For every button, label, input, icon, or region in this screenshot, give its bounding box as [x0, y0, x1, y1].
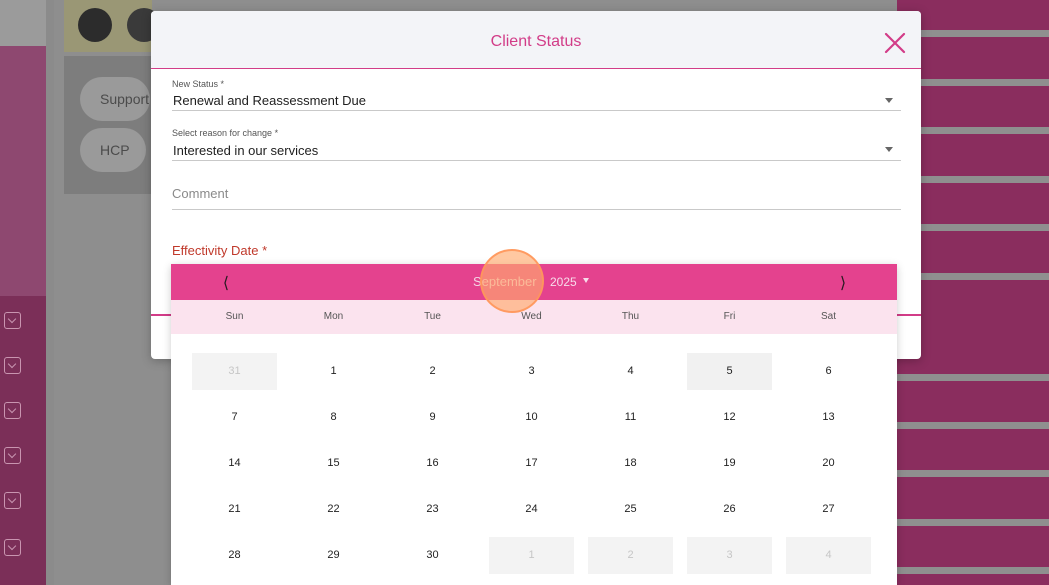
day-cell[interactable]: 8: [291, 399, 376, 436]
chat-icon[interactable]: [78, 8, 112, 42]
day-cell[interactable]: 27: [786, 491, 871, 528]
reason-value: Interested in our services: [173, 143, 319, 158]
checkbox-icon[interactable]: [4, 447, 21, 464]
calendar-row-divider: [897, 470, 1049, 477]
day-cell-today[interactable]: 5: [687, 353, 772, 390]
left-checklist-panel: [0, 296, 46, 585]
field-underline: [172, 110, 901, 111]
weekday-label: Sat: [820, 311, 836, 322]
day-cell[interactable]: 28: [192, 537, 277, 574]
weekday-label: Mon: [323, 311, 344, 322]
day-cell[interactable]: 15: [291, 445, 376, 482]
hcp-pill[interactable]: HCP: [80, 128, 146, 172]
checkbox-icon[interactable]: [4, 539, 21, 556]
field-underline: [172, 209, 901, 210]
day-cell[interactable]: 17: [489, 445, 574, 482]
day-cell[interactable]: 23: [390, 491, 475, 528]
support-pill[interactable]: Support: [80, 77, 150, 121]
dialog-header: Client Status: [151, 11, 921, 69]
day-cell[interactable]: 14: [192, 445, 277, 482]
day-cell[interactable]: 13: [786, 399, 871, 436]
day-cell[interactable]: 18: [588, 445, 673, 482]
new-status-value: Renewal and Reassessment Due: [173, 93, 366, 108]
day-cell[interactable]: 7: [192, 399, 277, 436]
day-cell[interactable]: 26: [687, 491, 772, 528]
calendar-row-divider: [897, 519, 1049, 526]
new-status-label: New Status *: [172, 79, 225, 89]
day-cell[interactable]: 16: [390, 445, 475, 482]
effectivity-date-label: Effectivity Date *: [172, 243, 268, 258]
checkbox-icon[interactable]: [4, 492, 21, 509]
day-cell[interactable]: 25: [588, 491, 673, 528]
day-cell[interactable]: 24: [489, 491, 574, 528]
caret-down-icon[interactable]: [583, 278, 589, 283]
weekday-label: Thu: [621, 311, 640, 322]
new-status-select[interactable]: New Status * Renewal and Reassessment Du…: [172, 77, 901, 113]
weekday-header: Sun Mon Tue Wed Thu Fri Sat: [171, 300, 897, 334]
weekday-label: Wed: [521, 311, 542, 322]
day-cell-next-month[interactable]: 2: [588, 537, 673, 574]
checkbox-icon[interactable]: [4, 357, 21, 374]
day-cell-next-month[interactable]: 1: [489, 537, 574, 574]
weekday-label: Sun: [225, 311, 244, 322]
day-cell-prev-month[interactable]: 31: [192, 353, 277, 390]
checkbox-icon[interactable]: [4, 402, 21, 419]
day-cell[interactable]: 1: [291, 353, 376, 390]
weekday-label: Fri: [723, 311, 736, 322]
day-cell[interactable]: 4: [588, 353, 673, 390]
day-cell[interactable]: 19: [687, 445, 772, 482]
comment-field[interactable]: Comment: [172, 183, 901, 211]
day-cell[interactable]: 3: [489, 353, 574, 390]
calendar-row-divider: [897, 567, 1049, 574]
day-cell-next-month[interactable]: 4: [786, 537, 871, 574]
chevron-down-icon: [885, 98, 893, 103]
day-cell[interactable]: 2: [390, 353, 475, 390]
date-picker: ⟨ September 2025 ⟩ Sun Mon Tue Wed Thu F…: [171, 264, 897, 585]
day-cell-next-month[interactable]: 3: [687, 537, 772, 574]
weekday-label: Tue: [424, 311, 441, 322]
day-cell[interactable]: 10: [489, 399, 574, 436]
prev-month-icon[interactable]: ⟨: [216, 273, 236, 293]
day-cell[interactable]: 29: [291, 537, 376, 574]
reason-label: Select reason for change *: [172, 128, 279, 138]
day-cell[interactable]: 9: [390, 399, 475, 436]
reason-select[interactable]: Select reason for change * Interested in…: [172, 126, 901, 162]
chevron-down-icon: [885, 147, 893, 152]
year-select[interactable]: 2025: [550, 275, 577, 289]
close-icon[interactable]: [883, 31, 907, 55]
day-cell[interactable]: 12: [687, 399, 772, 436]
day-cell[interactable]: 30: [390, 537, 475, 574]
day-cell[interactable]: 20: [786, 445, 871, 482]
field-underline: [172, 160, 901, 161]
checkbox-icon[interactable]: [4, 312, 21, 329]
left-sidebar-top: [0, 0, 46, 46]
next-month-icon[interactable]: ⟩: [833, 273, 853, 293]
day-cell[interactable]: 21: [192, 491, 277, 528]
comment-placeholder: Comment: [172, 186, 229, 201]
calendar-row-divider: [897, 422, 1049, 429]
dialog-title: Client Status: [490, 33, 582, 50]
action-toolbar: [64, 0, 161, 52]
day-cell[interactable]: 6: [786, 353, 871, 390]
date-picker-header: ⟨ September 2025 ⟩: [171, 264, 897, 300]
calendar-row-divider: [897, 374, 1049, 381]
day-cell[interactable]: 11: [588, 399, 673, 436]
month-label[interactable]: September: [473, 274, 537, 289]
day-cell[interactable]: 22: [291, 491, 376, 528]
